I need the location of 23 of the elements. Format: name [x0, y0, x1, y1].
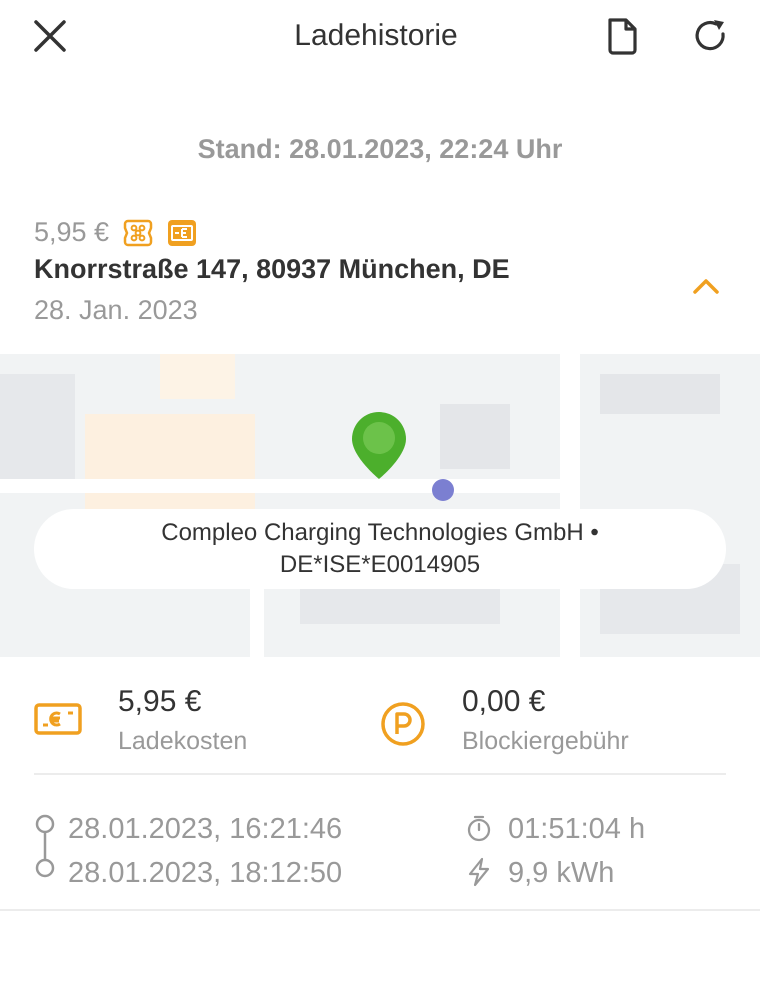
plug-icon — [123, 218, 154, 248]
close-button[interactable] — [32, 18, 68, 54]
amount-text: 5,95 € — [118, 685, 202, 719]
lightning-icon — [466, 857, 492, 887]
card-icon — [167, 218, 198, 248]
money-card-icon — [34, 701, 82, 737]
parking-icon — [380, 701, 426, 747]
address-text: Knorrstraße 147, 80937 München, DE — [34, 254, 510, 285]
duration-text: 01:51:04 h — [508, 812, 646, 847]
station-label: Compleo Charging Technologies GmbH • DE*ISE*E0014905 — [34, 509, 726, 589]
price-text: 5,95 € — [34, 217, 110, 248]
amount-text: 0,00 € — [462, 685, 546, 719]
chevron-icon — [692, 277, 720, 295]
screen-title: Ladehistorie — [293, 19, 459, 53]
start-time: 28.01.2023, 16:21:46 — [68, 812, 342, 847]
cost-label: Blockiergebühr — [462, 727, 629, 756]
end-time: 28.01.2023, 18:12:50 — [68, 856, 342, 891]
close-icon — [32, 18, 68, 54]
timestamp-text: Stand: 28.01.2023, 22:24 Uhr — [196, 134, 564, 165]
energy-text: 9,9 kWh — [508, 856, 616, 891]
stopwatch-icon — [466, 815, 492, 843]
date-text: 28. Jan. 2023 — [34, 295, 199, 326]
cost-label: Ladekosten — [118, 727, 248, 756]
